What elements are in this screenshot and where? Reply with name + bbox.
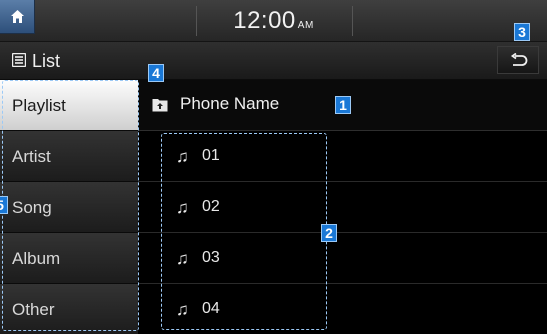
list-icon (12, 53, 26, 67)
clock-ampm: AM (297, 20, 314, 31)
back-arrow-icon (510, 53, 528, 66)
callout-badge: 2 (321, 224, 337, 242)
clock: 12:00 AM (0, 7, 547, 35)
callout-badge: 1 (335, 96, 351, 114)
callout-badge: 4 (148, 64, 164, 82)
clock-time: 12:00 (233, 7, 296, 34)
status-bar: 12:00 AM (0, 0, 547, 42)
page-title: List (32, 51, 61, 71)
sidebar-highlight (2, 80, 139, 331)
back-button[interactable] (497, 46, 539, 74)
callout-badge: 5 (0, 196, 8, 214)
track-list-highlight (161, 133, 327, 330)
folder-label: Phone Name (180, 94, 280, 113)
callout-badge: 3 (514, 23, 530, 41)
header-bar: List (0, 42, 547, 80)
folder-up-icon (152, 99, 168, 112)
